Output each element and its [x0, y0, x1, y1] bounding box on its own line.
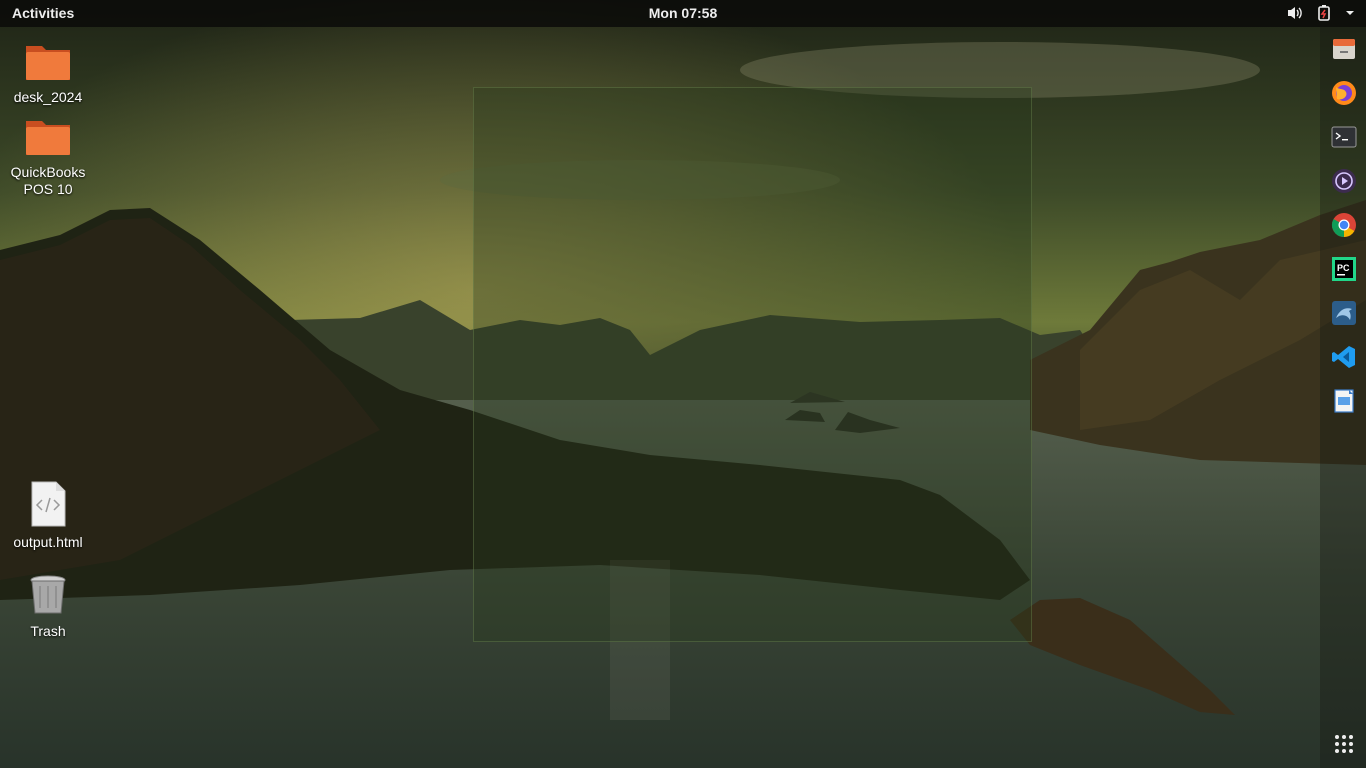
app-grid-icon[interactable]: [1334, 734, 1354, 754]
document-viewer-icon[interactable]: [1331, 388, 1357, 414]
top-bar: Activities Mon 07:58: [0, 0, 1366, 27]
html-file-icon: [31, 481, 66, 527]
volume-icon[interactable]: [1286, 4, 1304, 22]
svg-text:PC: PC: [1337, 263, 1350, 273]
dolphin-icon[interactable]: [1331, 300, 1357, 326]
vscode-icon[interactable]: [1331, 344, 1357, 370]
dock: PC: [1320, 27, 1366, 768]
desktop-folder-desk-2024[interactable]: desk_2024: [8, 40, 88, 106]
desktop-icon-label: output.html: [13, 534, 83, 550]
battery-icon[interactable]: [1316, 4, 1332, 22]
pycharm-icon[interactable]: PC: [1331, 256, 1357, 282]
rubber-band-selection: [473, 87, 1032, 642]
desktop-icon-label: desk_2024: [13, 89, 83, 105]
desktop-icon-label: Trash: [30, 623, 66, 639]
trash-icon: [30, 575, 66, 614]
desktop-file-output-html[interactable]: output.html: [8, 481, 88, 551]
file-cabinet-icon[interactable]: [1331, 36, 1357, 62]
firefox-icon[interactable]: [1331, 80, 1357, 106]
media-player-icon[interactable]: [1331, 168, 1357, 194]
system-tray[interactable]: [1286, 4, 1356, 22]
chrome-icon[interactable]: [1331, 212, 1357, 238]
terminal-icon[interactable]: [1331, 124, 1357, 150]
desktop-trash[interactable]: Trash: [8, 574, 88, 640]
desktop-folder-quickbooks[interactable]: QuickBooks POS 10: [8, 115, 88, 198]
system-menu-chevron-icon[interactable]: [1344, 4, 1356, 22]
activities-button[interactable]: Activities: [12, 5, 74, 21]
folder-icon: [26, 46, 70, 80]
clock-button[interactable]: Mon 07:58: [649, 5, 717, 21]
desktop-icon-label: QuickBooks POS 10: [10, 164, 86, 197]
folder-icon: [26, 121, 70, 155]
